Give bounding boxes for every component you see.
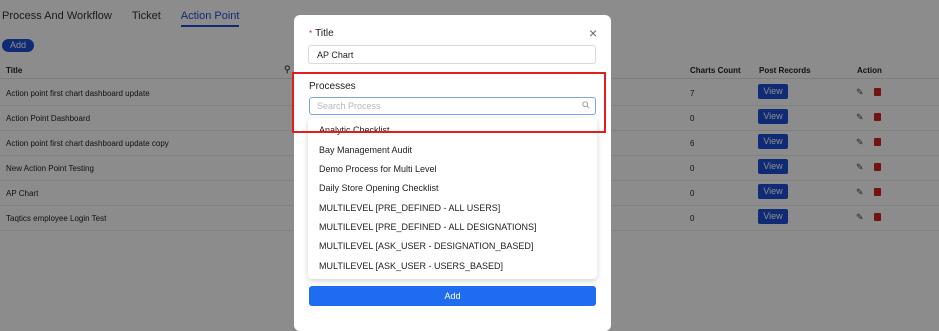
required-mark: * [309, 29, 313, 38]
title-label-text: Title [315, 28, 334, 39]
close-icon[interactable]: × [589, 25, 597, 41]
dropdown-option[interactable]: Demo Process for Multi Level [319, 164, 437, 174]
dropdown-option[interactable]: MULTILEVEL [ASK_USER - USERS_BASED] [319, 261, 503, 271]
dropdown-option[interactable]: MULTILEVEL [PRE_DEFINED - ALL DESIGNATIO… [319, 222, 537, 232]
dropdown-option[interactable]: Daily Store Opening Checklist [319, 183, 439, 193]
add-submit-button[interactable]: Add [309, 286, 596, 306]
title-input[interactable]: AP Chart [308, 45, 596, 64]
highlight-box [292, 72, 606, 133]
dropdown-option[interactable]: MULTILEVEL [ASK_USER - DESIGNATION_BASED… [319, 241, 533, 251]
process-dropdown: Analytic Checklist Bay Management Audit … [308, 118, 597, 279]
title-label: * Title [309, 28, 334, 39]
dropdown-option[interactable]: Bay Management Audit [319, 145, 412, 155]
dropdown-option[interactable]: MULTILEVEL [PRE_DEFINED - ALL USERS] [319, 203, 500, 213]
